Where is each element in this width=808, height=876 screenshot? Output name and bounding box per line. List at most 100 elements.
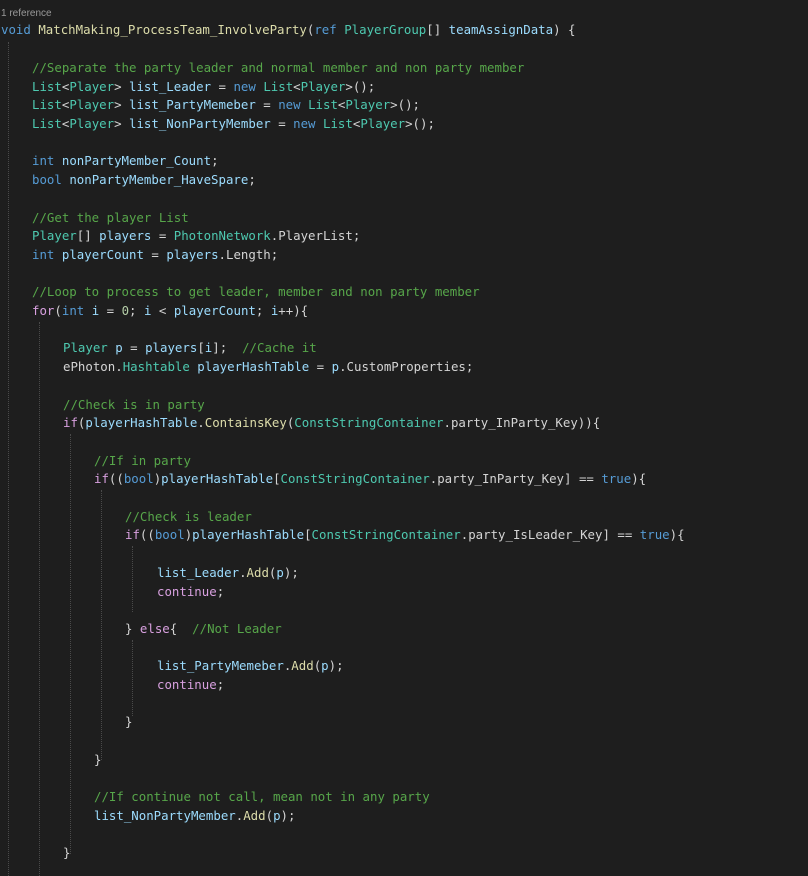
- var-playercount[interactable]: playerCount: [62, 247, 144, 262]
- indent-guide-level-4: [101, 490, 102, 760]
- code-line-comment-check-party: //Check is in party: [63, 395, 205, 414]
- var-list-party[interactable]: list_PartyMemeber: [157, 658, 284, 673]
- method-name[interactable]: MatchMaking_ProcessTeam_InvolveParty: [38, 22, 307, 37]
- type-player: Player: [69, 116, 115, 131]
- fn-add[interactable]: Add: [291, 658, 313, 673]
- comment: //If in party: [94, 453, 191, 468]
- keyword-continue: continue: [157, 584, 217, 599]
- type-list: List: [32, 79, 62, 94]
- prop-party-inparty-key[interactable]: party_InParty_Key: [451, 415, 578, 430]
- array-brackets: []: [426, 22, 449, 37]
- var-list-leader[interactable]: list_Leader: [129, 79, 211, 94]
- fn-containskey[interactable]: ContainsKey: [205, 415, 287, 430]
- type-conststringcontainer[interactable]: ConstStringContainer: [312, 527, 461, 542]
- var-p[interactable]: p: [115, 340, 122, 355]
- namespace-ephoton[interactable]: ePhoton: [63, 359, 115, 374]
- comment: //Separate the party leader and normal m…: [32, 60, 525, 75]
- var-playerhashtable[interactable]: playerHashTable: [197, 359, 309, 374]
- code-line-close-if-contains: }: [63, 845, 71, 860]
- code-line-close-else: }: [125, 714, 133, 729]
- code-line-continue-2: continue;: [157, 677, 225, 692]
- code-line-list-nonparty: List<Player> list_NonPartyMember = new L…: [32, 116, 435, 131]
- code-line-else: } else{ //Not Leader: [125, 621, 282, 636]
- indent-guide-level-3: [70, 434, 71, 854]
- codelens-references[interactable]: 1 reference: [1, 8, 52, 19]
- type-list: List: [263, 79, 294, 94]
- var-list-nonparty[interactable]: list_NonPartyMember: [129, 116, 271, 131]
- keyword-new: new: [233, 79, 256, 94]
- var-players[interactable]: players: [145, 340, 197, 355]
- type-list: List: [32, 97, 62, 112]
- keyword-bool: bool: [123, 471, 154, 486]
- fn-add[interactable]: Add: [243, 808, 265, 823]
- code-line-leader-add: list_Leader.Add(p);: [157, 565, 299, 580]
- keyword-ref: ref: [314, 22, 337, 37]
- type-player: Player: [32, 228, 77, 243]
- indent-guide-level-1: [8, 42, 9, 876]
- comment: //Loop to process to get leader, member …: [32, 284, 480, 299]
- code-line-comment-if-party: //If in party: [94, 451, 191, 470]
- var-list-party[interactable]: list_PartyMemeber: [129, 97, 256, 112]
- prop-playerlist[interactable]: PlayerList: [278, 228, 353, 243]
- type-player: Player: [63, 340, 108, 355]
- var-p[interactable]: p: [332, 359, 339, 374]
- var-playerhashtable[interactable]: playerHashTable: [192, 527, 304, 542]
- code-line-signature: void MatchMaking_ProcessTeam_InvolvePart…: [1, 20, 575, 39]
- type-playergroup[interactable]: PlayerGroup: [344, 22, 426, 37]
- keyword-new: new: [278, 97, 301, 112]
- var-p[interactable]: p: [273, 808, 280, 823]
- type-conststringcontainer[interactable]: ConstStringContainer: [294, 415, 443, 430]
- comment: //Not Leader: [192, 621, 282, 636]
- prop-party-inparty-key[interactable]: party_InParty_Key: [437, 471, 564, 486]
- comment: //Get the player List: [32, 210, 189, 225]
- type-conststringcontainer[interactable]: ConstStringContainer: [281, 471, 430, 486]
- number-zero: 0: [121, 303, 130, 318]
- type-player: Player: [360, 116, 406, 131]
- var-p[interactable]: p: [276, 565, 283, 580]
- code-line-comment-if-continue: //If continue not call, mean not in any …: [94, 787, 430, 806]
- var-players[interactable]: players: [99, 228, 151, 243]
- type-hashtable[interactable]: Hashtable: [123, 359, 190, 374]
- var-nonparty-spare[interactable]: nonPartyMember_HaveSpare: [69, 172, 248, 187]
- var-playerhashtable[interactable]: playerHashTable: [161, 471, 273, 486]
- code-line-list-leader: List<Player> list_Leader = new List<Play…: [32, 79, 376, 94]
- keyword-for: for: [32, 303, 55, 318]
- prop-customproperties[interactable]: CustomProperties: [347, 359, 466, 374]
- type-player: Player: [69, 79, 115, 94]
- indent-guide-level-2: [39, 322, 40, 876]
- code-line-close-inparty: }: [94, 752, 102, 767]
- type-player: Player: [300, 79, 346, 94]
- keyword-int: int: [32, 247, 55, 262]
- keyword-continue: continue: [157, 677, 217, 692]
- keyword-int: int: [32, 153, 55, 168]
- code-line-party-add: list_PartyMemeber.Add(p);: [157, 658, 344, 673]
- code-line-for: for(int i = 0; i < playerCount; i++){: [32, 303, 309, 318]
- var-list-leader[interactable]: list_Leader: [157, 565, 239, 580]
- prop-party-isleader-key[interactable]: party_IsLeader_Key: [468, 527, 602, 542]
- code-line-nonparty-spare: bool nonPartyMember_HaveSpare;: [32, 172, 256, 187]
- comment: //Check is in party: [63, 397, 205, 412]
- type-photonnetwork[interactable]: PhotonNetwork: [174, 228, 271, 243]
- code-line-hashtable: ePhoton.Hashtable playerHashTable = p.Cu…: [63, 359, 474, 374]
- code-line-comment-getlist: //Get the player List: [32, 208, 189, 227]
- code-line-comment-separate: //Separate the party leader and normal m…: [32, 58, 524, 77]
- prop-length[interactable]: Length: [226, 247, 271, 262]
- code-line-if-leader: if((bool)playerHashTable[ConstStringCont…: [125, 527, 685, 542]
- fn-add[interactable]: Add: [247, 565, 269, 580]
- var-playercount[interactable]: playerCount: [174, 303, 256, 318]
- param-teamassigndata[interactable]: teamAssignData: [449, 22, 553, 37]
- keyword-bool: bool: [32, 172, 62, 187]
- var-list-nonparty[interactable]: list_NonPartyMember: [94, 808, 236, 823]
- var-nonparty-count[interactable]: nonPartyMember_Count: [62, 153, 211, 168]
- code-line-comment-loop: //Loop to process to get leader, member …: [32, 282, 480, 301]
- var-playerhashtable[interactable]: playerHashTable: [85, 415, 197, 430]
- code-line-comment-check-leader: //Check is leader: [125, 507, 252, 526]
- code-editor[interactable]: 1 reference void MatchMaking_ProcessTeam…: [0, 0, 808, 876]
- code-line-playercount: int playerCount = players.Length;: [32, 247, 279, 262]
- keyword-bool: bool: [154, 527, 185, 542]
- keyword-void: void: [1, 22, 31, 37]
- var-p[interactable]: p: [321, 658, 328, 673]
- var-players[interactable]: players: [166, 247, 218, 262]
- type-player: Player: [69, 97, 115, 112]
- code-line-if-inparty: if((bool)playerHashTable[ConstStringCont…: [94, 471, 647, 486]
